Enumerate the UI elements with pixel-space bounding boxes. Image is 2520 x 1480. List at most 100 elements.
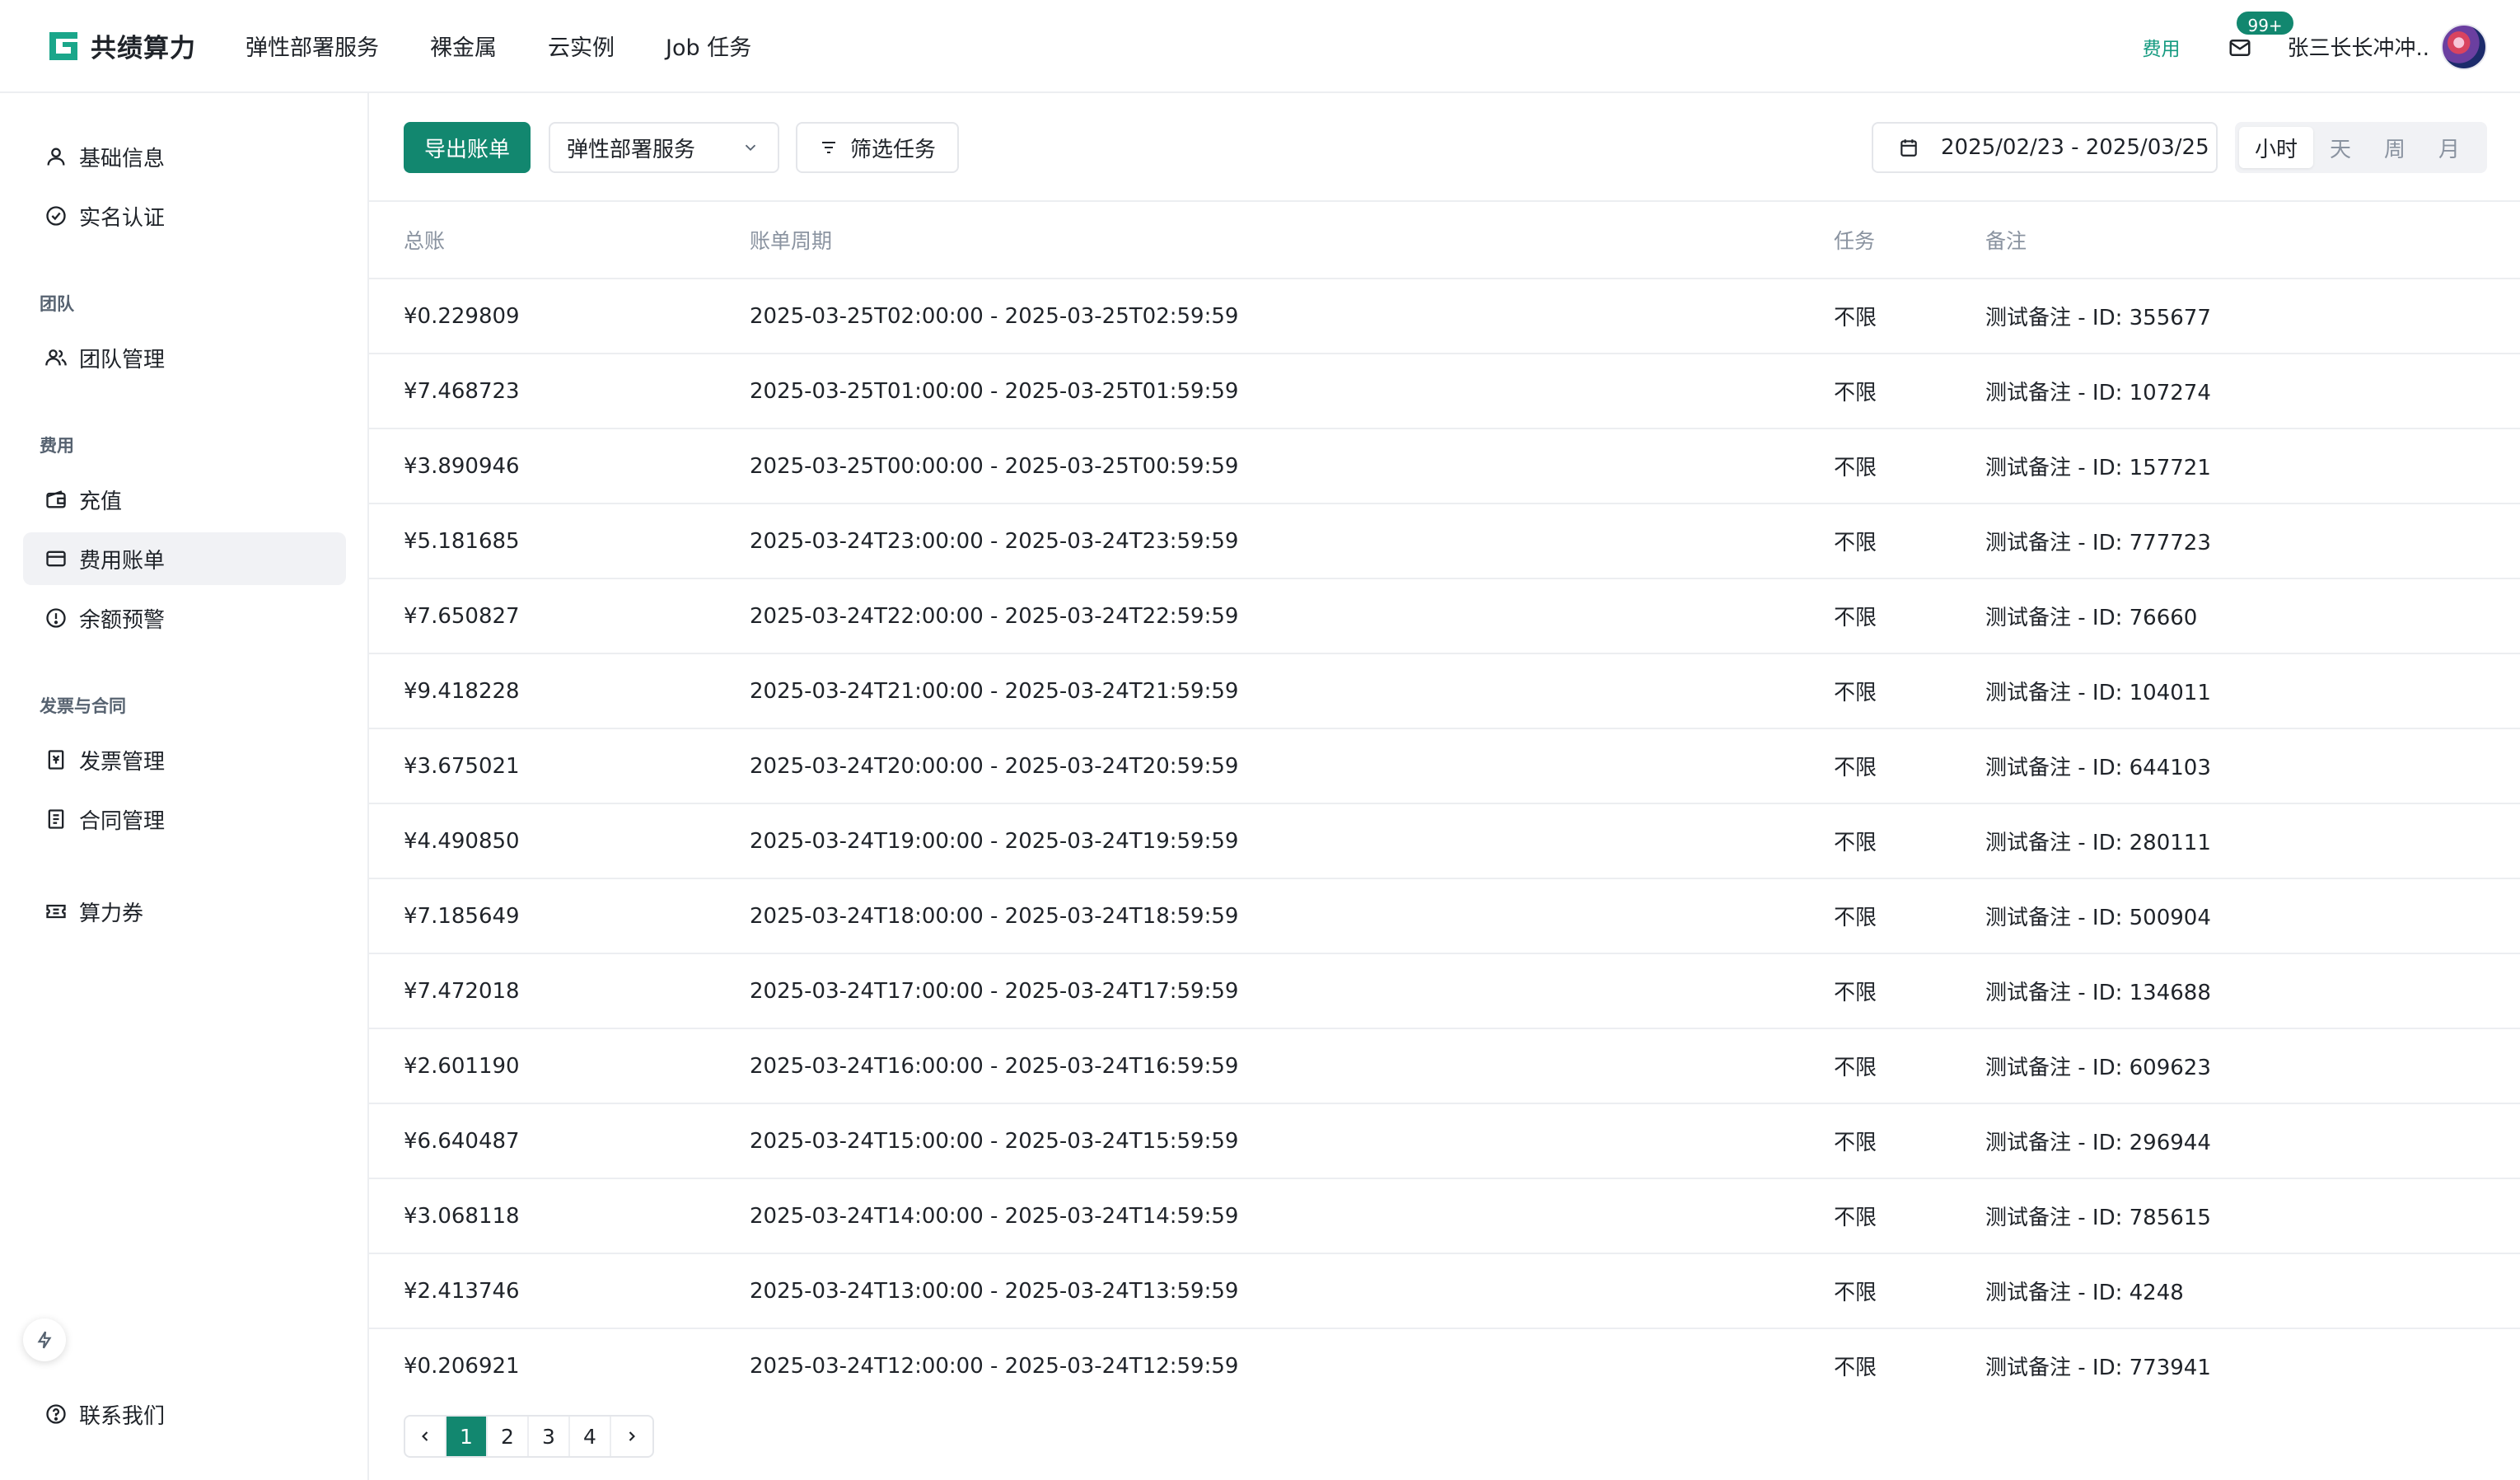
nav-item-cloud-instance[interactable]: 云实例 xyxy=(548,30,615,62)
export-bill-button[interactable]: 导出账单 xyxy=(404,122,531,173)
avatar[interactable] xyxy=(2441,23,2487,70)
cell-period: 2025-03-24T14:00:00 - 2025-03-24T14:59:5… xyxy=(750,1203,1239,1229)
date-range-picker[interactable]: 2025/02/23 - 2025/03/25 xyxy=(1872,122,2218,173)
mail-button[interactable]: 99+ xyxy=(2228,8,2296,62)
card-icon xyxy=(46,550,66,567)
cell-total: ¥5.181685 xyxy=(404,528,520,554)
ticket-icon xyxy=(46,904,66,919)
cell-task: 不限 xyxy=(1834,1131,1877,1155)
granularity-month[interactable]: 月 xyxy=(2422,127,2476,168)
table-row: ¥2.413746 2025-03-24T13:00:00 - 2025-03-2… xyxy=(369,1254,2520,1329)
app-name: 共绩算力 xyxy=(91,34,196,63)
granularity-switch: 小时 天 周 月 xyxy=(2235,122,2487,173)
alert-icon xyxy=(46,608,66,628)
cell-task: 不限 xyxy=(1834,1206,1877,1230)
table-row: ¥7.185649 2025-03-24T18:00:00 - 2025-03-2… xyxy=(369,879,2520,954)
cell-total: ¥0.229809 xyxy=(404,303,520,329)
nav-item-bare-metal[interactable]: 裸金属 xyxy=(430,30,497,62)
granularity-week[interactable]: 周 xyxy=(2368,127,2422,168)
cell-remark: 测试备注 - ID: 157721 xyxy=(1985,456,2211,480)
filter-icon xyxy=(821,142,835,153)
sidebar-item-contract[interactable]: 合同管理 xyxy=(23,793,346,845)
sidebar-item-balance-alert[interactable]: 余额预警 xyxy=(23,592,346,644)
cell-total: ¥2.601190 xyxy=(404,1053,520,1079)
granularity-day[interactable]: 天 xyxy=(2313,127,2368,168)
sidebar-item-label: 费用账单 xyxy=(79,548,166,574)
table-row: ¥5.181685 2025-03-24T23:00:00 - 2025-03-2… xyxy=(369,504,2520,579)
service-select[interactable]: 弹性部署服务 xyxy=(549,122,779,173)
cell-total: ¥2.413746 xyxy=(404,1278,520,1304)
table-row: ¥3.068118 2025-03-24T14:00:00 - 2025-03-2… xyxy=(369,1179,2520,1254)
cell-period: 2025-03-24T15:00:00 - 2025-03-24T15:59:5… xyxy=(750,1128,1239,1154)
column-header-period: 账单周期 xyxy=(750,229,833,253)
main-nav: 弹性部署服务 裸金属 云实例 Job 任务 xyxy=(245,30,802,62)
mail-icon xyxy=(2229,39,2251,56)
cell-period: 2025-03-24T23:00:00 - 2025-03-24T23:59:5… xyxy=(750,528,1239,554)
calendar-icon xyxy=(1901,139,1917,157)
cell-period: 2025-03-25T00:00:00 - 2025-03-25T00:59:5… xyxy=(750,453,1239,479)
cell-task: 不限 xyxy=(1834,1281,1877,1305)
service-select-value: 弹性部署服务 xyxy=(567,137,696,162)
sidebar-group-team: 团队 xyxy=(40,294,74,314)
nav-item-elastic-deploy[interactable]: 弹性部署服务 xyxy=(245,30,379,62)
cell-task: 不限 xyxy=(1834,906,1877,930)
column-header-remark: 备注 xyxy=(1985,229,2027,253)
logo[interactable]: 共绩算力 xyxy=(46,27,196,64)
filter-task-button[interactable]: 筛选任务 xyxy=(796,122,959,173)
header-actions: 费用 99+ 张三长长冲冲.. xyxy=(2142,0,2487,93)
cell-period: 2025-03-25T02:00:00 - 2025-03-25T02:59:5… xyxy=(750,303,1239,329)
column-header-total: 总账 xyxy=(404,229,446,253)
sidebar-item-label: 合同管理 xyxy=(79,808,166,834)
cell-task: 不限 xyxy=(1834,831,1877,855)
cell-remark: 测试备注 - ID: 500904 xyxy=(1985,906,2211,930)
table-row: ¥7.468723 2025-03-25T01:00:00 - 2025-03-2… xyxy=(369,354,2520,429)
bolt-icon xyxy=(37,1331,52,1349)
cell-total: ¥6.640487 xyxy=(404,1128,520,1154)
sidebar-item-recharge[interactable]: 充值 xyxy=(23,473,346,526)
sidebar-item-verification[interactable]: 实名认证 xyxy=(23,190,346,242)
sidebar-item-billing[interactable]: 费用账单 xyxy=(23,532,346,585)
sidebar-item-contact[interactable]: 联系我们 xyxy=(23,1388,346,1440)
cell-period: 2025-03-24T20:00:00 - 2025-03-24T20:59:5… xyxy=(750,753,1239,779)
cell-period: 2025-03-24T19:00:00 - 2025-03-24T19:59:5… xyxy=(750,828,1239,854)
granularity-hour[interactable]: 小时 xyxy=(2239,127,2313,168)
sidebar-item-coupon[interactable]: 算力券 xyxy=(23,885,346,938)
table-row: ¥6.640487 2025-03-24T15:00:00 - 2025-03-2… xyxy=(369,1104,2520,1179)
cell-remark: 测试备注 - ID: 609623 xyxy=(1985,1056,2211,1080)
chevron-left-icon xyxy=(422,1431,428,1441)
prev-page-button[interactable] xyxy=(405,1417,446,1456)
table-header: 总账 账单周期 任务 备注 xyxy=(369,202,2520,279)
verified-icon xyxy=(46,206,66,226)
cell-total: ¥7.185649 xyxy=(404,903,520,929)
cell-remark: 测试备注 - ID: 355677 xyxy=(1985,306,2211,330)
cell-total: ¥7.468723 xyxy=(404,378,520,404)
sidebar-item-team-management[interactable]: 团队管理 xyxy=(23,331,346,384)
cell-total: ¥3.675021 xyxy=(404,753,520,779)
page-button-3[interactable]: 3 xyxy=(529,1417,570,1456)
cell-remark: 测试备注 - ID: 773941 xyxy=(1985,1356,2211,1380)
cell-task: 不限 xyxy=(1834,981,1877,1005)
cell-task: 不限 xyxy=(1834,1056,1877,1080)
sidebar: 基础信息 实名认证 团队 团队管理 费用 充值 费用账单 余额预警 发票与合同 … xyxy=(0,93,369,1480)
cell-task: 不限 xyxy=(1834,1356,1877,1380)
table-row: ¥0.206921 2025-03-24T12:00:00 - 2025-03-2… xyxy=(369,1329,2520,1391)
next-page-button[interactable] xyxy=(611,1417,652,1456)
page-button-1[interactable]: 1 xyxy=(446,1417,488,1456)
page-button-4[interactable]: 4 xyxy=(570,1417,611,1456)
sidebar-item-label: 团队管理 xyxy=(79,347,166,372)
table-row: ¥2.601190 2025-03-24T16:00:00 - 2025-03-2… xyxy=(369,1029,2520,1104)
sidebar-item-label: 算力券 xyxy=(79,901,144,926)
cell-total: ¥9.418228 xyxy=(404,678,520,704)
page-button-2[interactable]: 2 xyxy=(488,1417,529,1456)
nav-item-job-task[interactable]: Job 任务 xyxy=(666,30,751,62)
sidebar-group-invoice: 发票与合同 xyxy=(40,696,126,716)
sidebar-item-label: 基础信息 xyxy=(79,146,166,171)
top-bar: 共绩算力 弹性部署服务 裸金属 云实例 Job 任务 费用 99+ 张三长长冲冲… xyxy=(0,0,2520,93)
sidebar-item-basic-info[interactable]: 基础信息 xyxy=(23,130,346,183)
sidebar-item-invoice[interactable]: 发票管理 xyxy=(23,733,346,786)
user-name[interactable]: 张三长长冲冲.. xyxy=(2287,31,2429,62)
fee-link[interactable]: 费用 xyxy=(2142,33,2180,61)
quick-action-button[interactable] xyxy=(23,1318,66,1361)
table-row: ¥7.650827 2025-03-24T22:00:00 - 2025-03-2… xyxy=(369,579,2520,654)
sidebar-item-label: 余额预警 xyxy=(79,607,166,633)
